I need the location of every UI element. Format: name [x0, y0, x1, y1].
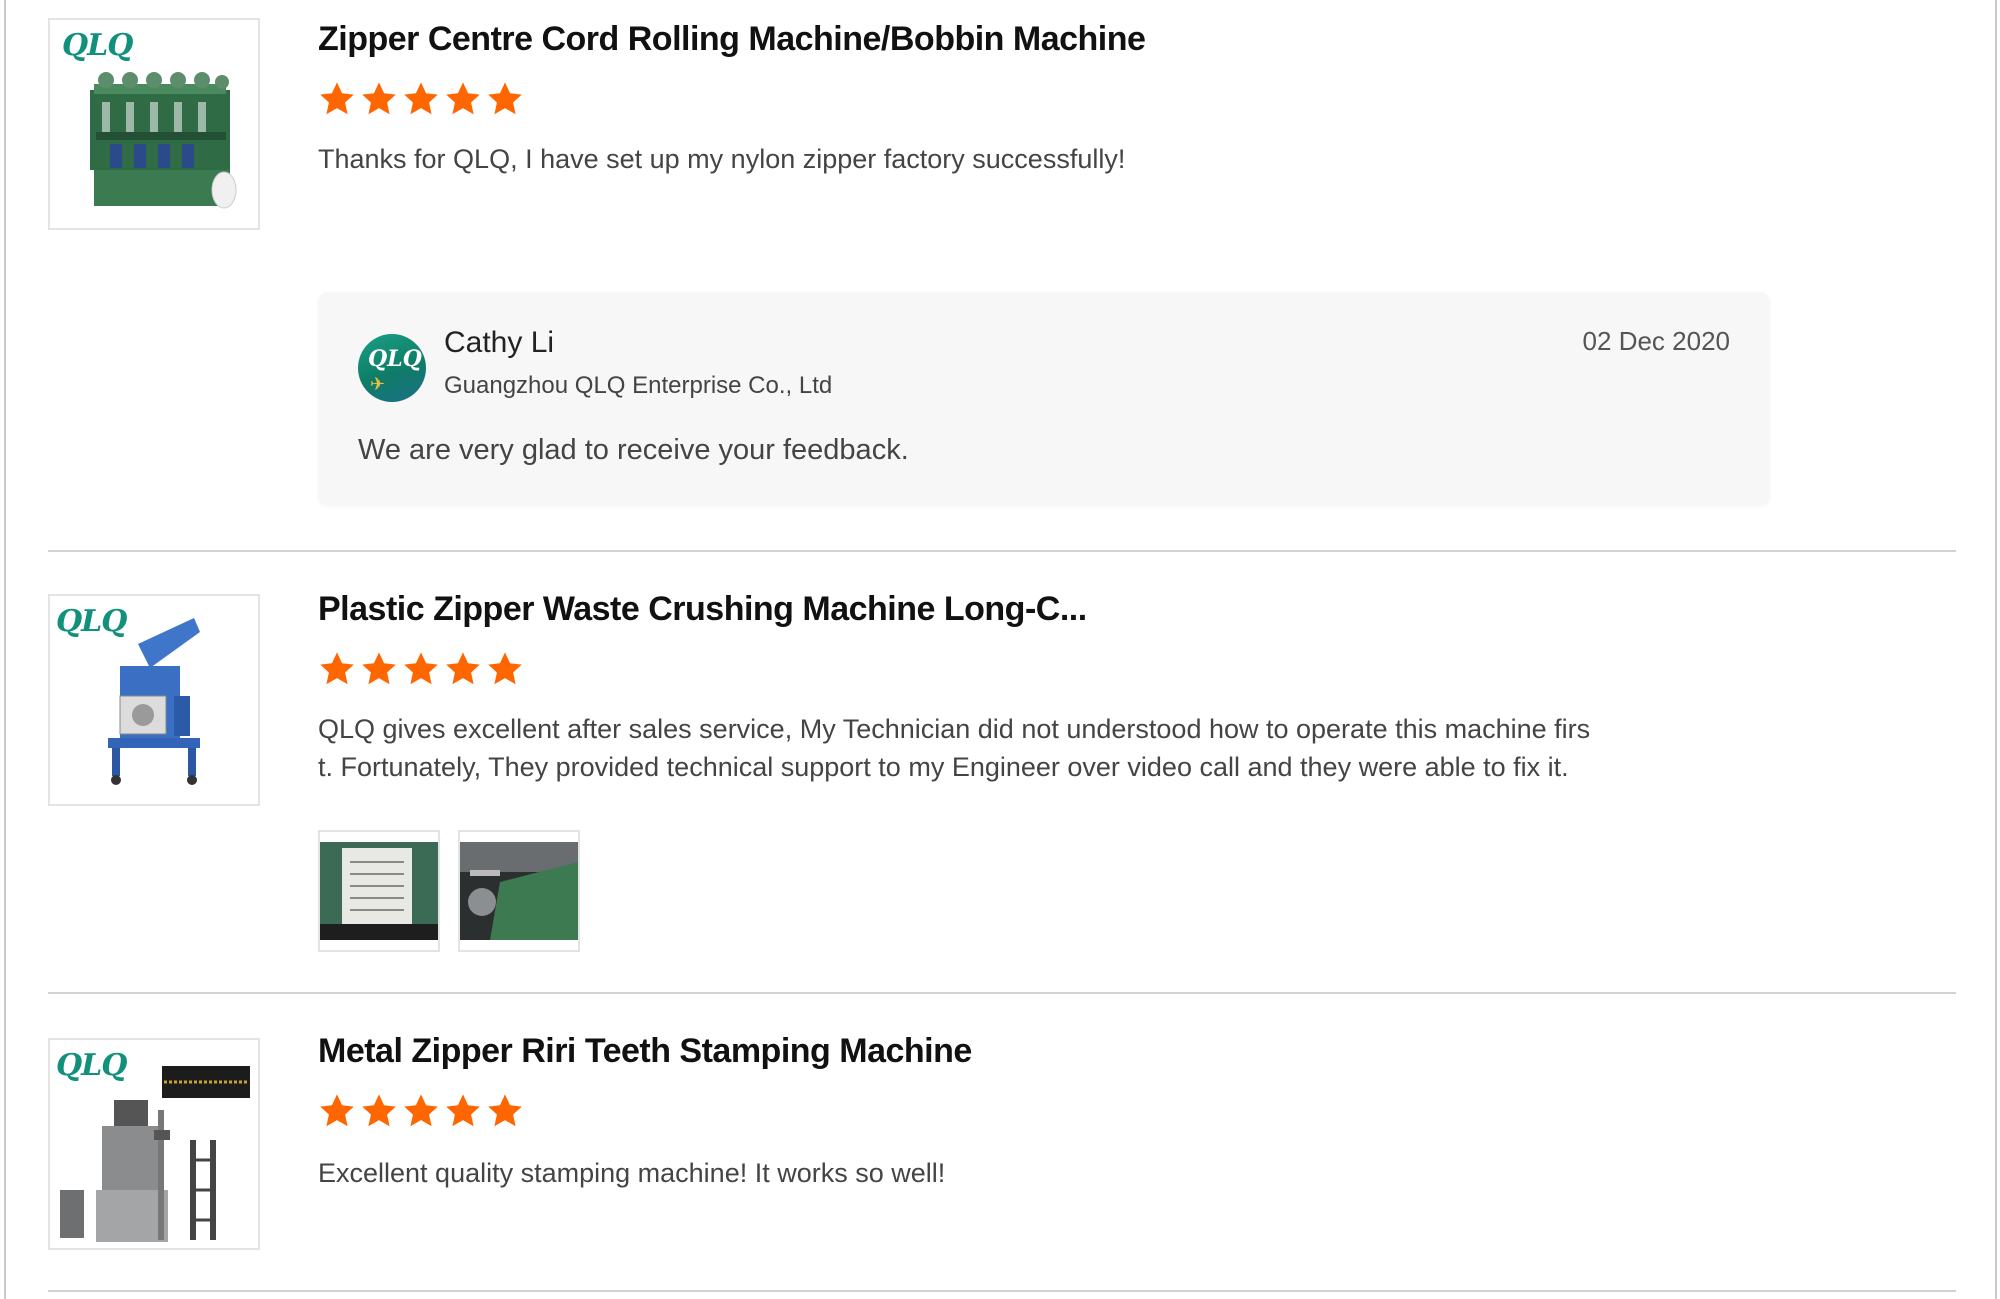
review-photos [318, 830, 580, 952]
star-icon [446, 652, 480, 685]
star-icon [404, 652, 438, 685]
review-item: QLQ Metal Zipper Riri Teeth Stamping Mac… [48, 994, 1956, 1294]
machine-detail-photo [460, 842, 578, 940]
rating-stars [318, 1092, 524, 1130]
divider [48, 1290, 1956, 1292]
review-photo[interactable] [318, 830, 440, 952]
avatar: QLQ ✈ [358, 334, 426, 402]
review-text: QLQ gives excellent after sales service,… [318, 710, 1590, 786]
bobbin-machine-image [90, 72, 237, 209]
review-text-line: QLQ gives excellent after sales service,… [318, 714, 1591, 744]
star-icon [362, 82, 396, 115]
star-icon [362, 1094, 396, 1127]
review-text: Excellent quality stamping machine! It w… [318, 1158, 946, 1188]
reply-author-name: Cathy Li [444, 326, 555, 359]
supplier-reply: QLQ ✈ Cathy Li Guangzhou QLQ Enterprise … [318, 292, 1770, 506]
star-icon [320, 1094, 354, 1127]
rating-stars [318, 650, 524, 688]
product-thumbnail[interactable]: QLQ [48, 1038, 260, 1250]
reply-message: We are very glad to receive your feedbac… [358, 434, 909, 466]
product-title[interactable]: Plastic Zipper Waste Crushing Machine Lo… [318, 590, 1087, 629]
review-text-line: t. Fortunately, They provided technical … [318, 752, 1569, 782]
review-text: Thanks for QLQ, I have set up my nylon z… [318, 144, 1126, 174]
product-thumbnail[interactable]: QLQ [48, 18, 260, 230]
star-icon [404, 1094, 438, 1127]
product-thumbnail[interactable]: QLQ [48, 594, 260, 806]
review-item: QLQ Zipper Centre Cord Rolling Machine/B… [48, 0, 1956, 552]
nameplate-photo [320, 842, 438, 940]
review-item: QLQ Plastic Zipper Waste Crushing Machin… [48, 552, 1956, 994]
reply-date: 02 Dec 2020 [1582, 326, 1730, 356]
product-title[interactable]: Metal Zipper Riri Teeth Stamping Machine [318, 1032, 972, 1071]
star-icon [488, 652, 522, 685]
rating-stars [318, 80, 524, 118]
star-icon [320, 82, 354, 115]
star-icon [446, 1094, 480, 1127]
star-icon [362, 652, 396, 685]
star-icon [320, 652, 354, 685]
star-icon [488, 1094, 522, 1127]
star-icon [488, 82, 522, 115]
product-title[interactable]: Zipper Centre Cord Rolling Machine/Bobbi… [318, 20, 1146, 59]
review-photo[interactable] [458, 830, 580, 952]
star-icon [404, 82, 438, 115]
stamping-machine-image [60, 1066, 250, 1242]
reply-company: Guangzhou QLQ Enterprise Co., Ltd [444, 372, 833, 399]
crushing-machine-image [108, 618, 200, 785]
star-icon [446, 82, 480, 115]
